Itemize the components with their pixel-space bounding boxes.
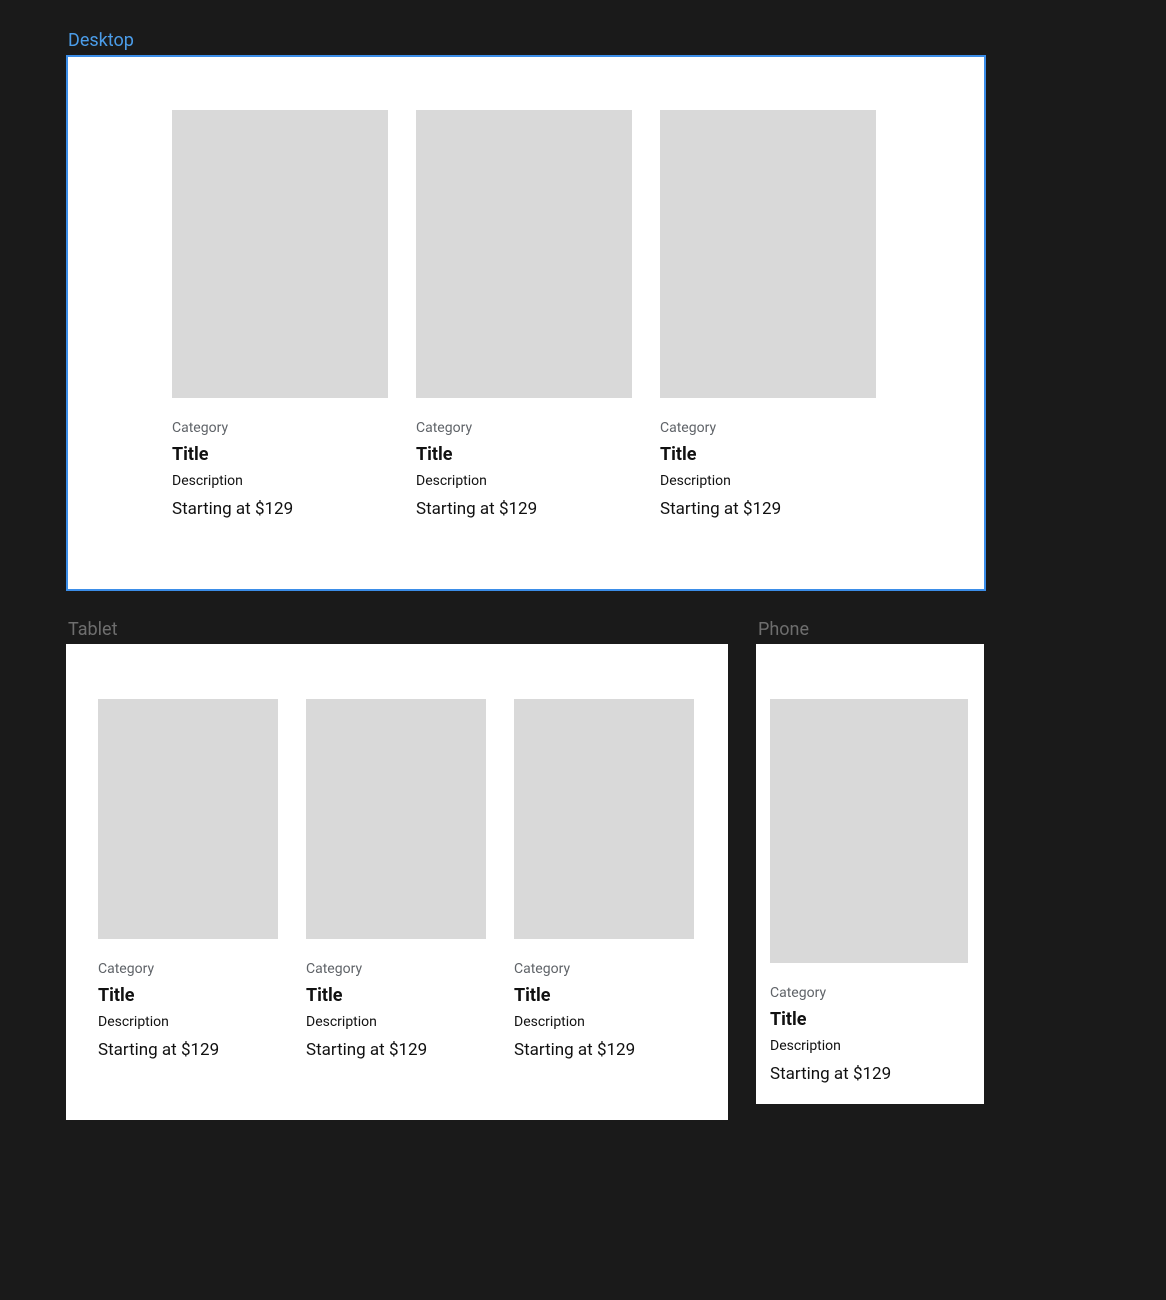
product-price: Starting at $129 <box>98 1040 278 1060</box>
section-label-desktop: Desktop <box>66 30 1100 51</box>
product-description: Description <box>172 473 388 489</box>
product-price: Starting at $129 <box>660 499 876 519</box>
product-card[interactable]: Category Title Description Starting at $… <box>416 110 632 519</box>
product-price: Starting at $129 <box>770 1064 968 1084</box>
product-description: Description <box>770 1038 968 1054</box>
product-description: Description <box>98 1014 278 1030</box>
product-title: Title <box>98 985 278 1006</box>
desktop-card-row: Category Title Description Starting at $… <box>172 110 924 519</box>
frame-desktop[interactable]: Category Title Description Starting at $… <box>66 55 986 591</box>
product-title: Title <box>416 444 632 465</box>
product-card[interactable]: Category Title Description Starting at $… <box>660 110 876 519</box>
product-description: Description <box>416 473 632 489</box>
phone-section: Phone Category Title Description Startin… <box>756 619 984 1104</box>
product-image-placeholder <box>306 699 486 939</box>
product-title: Title <box>770 1009 968 1030</box>
product-card[interactable]: Category Title Description Starting at $… <box>98 699 278 1060</box>
product-image-placeholder <box>98 699 278 939</box>
product-price: Starting at $129 <box>306 1040 486 1060</box>
product-card[interactable]: Category Title Description Starting at $… <box>172 110 388 519</box>
product-image-placeholder <box>172 110 388 398</box>
section-label-tablet: Tablet <box>66 619 728 640</box>
product-category: Category <box>770 985 968 1001</box>
product-title: Title <box>514 985 694 1006</box>
product-image-placeholder <box>416 110 632 398</box>
product-category: Category <box>514 961 694 977</box>
product-description: Description <box>514 1014 694 1030</box>
product-category: Category <box>98 961 278 977</box>
product-image-placeholder <box>514 699 694 939</box>
product-category: Category <box>416 420 632 436</box>
frame-phone[interactable]: Category Title Description Starting at $… <box>756 644 984 1104</box>
product-category: Category <box>660 420 876 436</box>
tablet-section: Tablet Category Title Description Starti… <box>66 619 728 1120</box>
product-price: Starting at $129 <box>172 499 388 519</box>
product-image-placeholder <box>770 699 968 963</box>
product-title: Title <box>660 444 876 465</box>
product-description: Description <box>306 1014 486 1030</box>
product-card[interactable]: Category Title Description Starting at $… <box>306 699 486 1060</box>
product-description: Description <box>660 473 876 489</box>
product-image-placeholder <box>660 110 876 398</box>
product-card[interactable]: Category Title Description Starting at $… <box>770 699 968 1084</box>
tablet-card-row: Category Title Description Starting at $… <box>98 699 698 1060</box>
section-label-phone: Phone <box>756 619 984 640</box>
product-category: Category <box>172 420 388 436</box>
frame-tablet[interactable]: Category Title Description Starting at $… <box>66 644 728 1120</box>
product-title: Title <box>172 444 388 465</box>
product-card[interactable]: Category Title Description Starting at $… <box>514 699 694 1060</box>
product-category: Category <box>306 961 486 977</box>
product-title: Title <box>306 985 486 1006</box>
product-price: Starting at $129 <box>416 499 632 519</box>
product-price: Starting at $129 <box>514 1040 694 1060</box>
